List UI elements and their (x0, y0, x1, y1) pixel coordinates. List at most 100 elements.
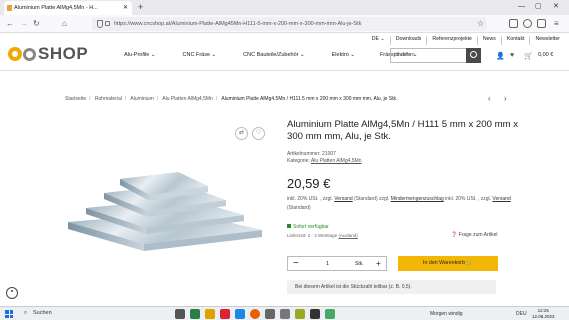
top-links: DE ⌄ Downloads Referenzprojekte News Kon… (367, 34, 565, 45)
category-label: Kategorie: (287, 158, 310, 164)
language-select[interactable]: DE ⌄ (367, 36, 390, 45)
windows-taskbar: ⌕ Suchen Morgen windig DEU 12:25 12.08.2… (0, 306, 569, 320)
windows-start-icon[interactable] (5, 310, 13, 318)
availability-text: Sofort verfügbar (293, 224, 329, 230)
taskbar-apps (175, 309, 335, 319)
article-number: Artikelnummer: 21007 (287, 151, 336, 157)
pocket-icon[interactable] (509, 19, 518, 28)
task-view-icon[interactable] (175, 309, 185, 319)
cart-icon[interactable]: 🛒 (524, 52, 533, 60)
minimize-icon[interactable]: — (518, 0, 525, 14)
vat-text: (Standard) zzgl. (354, 196, 390, 202)
lock-icon (105, 21, 110, 26)
breadcrumb-item[interactable]: Startseite (65, 96, 86, 102)
link-newsletter[interactable]: Newsletter (529, 36, 565, 45)
back-icon[interactable]: ← (6, 17, 14, 31)
ask-question-link[interactable]: ❓ Frage zum Artikel (451, 232, 498, 238)
taskbar-search[interactable]: ⌕ Suchen (23, 308, 113, 319)
app-icon[interactable] (295, 309, 305, 319)
product-image (68, 172, 262, 251)
link-news[interactable]: News (476, 36, 501, 45)
main-nav: Alu-Profile ⌄ CNC Fräse ⌄ CNC Bauteile/Z… (124, 52, 418, 58)
quantity-stepper: − 1 Stk. + (287, 256, 387, 271)
small-quantity-surcharge-link[interactable]: Mindermengenzuschlag (391, 196, 444, 202)
breadcrumb-item[interactable]: Rohmaterial (95, 96, 122, 102)
logo-text: SHOP (38, 44, 89, 63)
add-to-cart-button[interactable]: In den Warenkorb 🛒 (398, 256, 498, 271)
cart-icon: 🛒 (466, 260, 473, 266)
taskbar-search-text: Suchen (33, 310, 52, 316)
delivery-time: Lieferzeit: 2 - 3 Werktage (Ausland) (287, 233, 358, 238)
shipping-link[interactable]: Versand (334, 196, 352, 202)
forward-icon[interactable]: → (20, 17, 28, 31)
nav-cnc-fraese[interactable]: CNC Fräse ⌄ (183, 52, 217, 58)
user-icon[interactable]: 👤 (496, 52, 505, 60)
compare-icon[interactable]: ⇄ (235, 127, 248, 140)
search-button[interactable] (466, 48, 481, 63)
next-product-icon[interactable]: › (504, 94, 507, 103)
app-icon[interactable] (325, 309, 335, 319)
quantity-input[interactable]: 1 (326, 257, 329, 271)
new-tab-icon[interactable]: + (138, 1, 143, 14)
divisible-note: Bei diesem Artikel ist die Stückzahl tei… (287, 280, 496, 294)
logo-mark-orange (8, 47, 22, 61)
delivery-text: Lieferzeit: 2 - 3 Werktage (287, 233, 338, 238)
wishlist-heart-icon[interactable]: ♥ (510, 52, 514, 59)
shipping-link[interactable]: Versand (492, 196, 510, 202)
menu-icon[interactable]: ≡ (554, 17, 559, 31)
file-explorer-icon[interactable] (205, 309, 215, 319)
app-icon[interactable] (190, 309, 200, 319)
edge-icon[interactable] (235, 309, 245, 319)
link-contact[interactable]: Kontakt (500, 36, 530, 45)
ask-question-text: Frage zum Artikel (458, 232, 498, 238)
category-link[interactable]: Alu Platten AlMg4,5Mn (311, 158, 362, 164)
search-icon: ⌕ (24, 310, 28, 316)
breadcrumb-current: Aluminium Platte AlMg4,5Mn / H111 5 mm x… (221, 96, 398, 102)
home-icon[interactable]: ⌂ (62, 17, 67, 31)
increase-qty-button[interactable]: + (376, 257, 381, 270)
account-icon[interactable] (523, 19, 532, 28)
clock[interactable]: 12:25 12.08.2023 (532, 308, 555, 319)
link-references[interactable]: Referenzprojekte (426, 36, 477, 45)
shield-icon (97, 20, 103, 28)
availability-status: Sofort verfügbar (287, 224, 329, 230)
weather-text[interactable]: Morgen windig (430, 311, 463, 317)
favicon-icon (7, 5, 12, 11)
vat-text: inkl. 20% USt. , zzgl. (287, 196, 333, 202)
close-tab-icon[interactable]: ✕ (123, 1, 128, 15)
vat-info: inkl. 20% USt. , zzgl. Versand (Standard… (287, 195, 512, 213)
url-text: https://www.cncshop.at/Aluminium-Platte-… (114, 21, 362, 27)
breadcrumb-item[interactable]: Alu Platten AlMg4,5Mn (162, 96, 213, 102)
app-icon[interactable] (220, 309, 230, 319)
wishlist-icon[interactable]: ♡ (252, 127, 265, 140)
reload-icon[interactable]: ↻ (33, 17, 40, 31)
category-line: Kategorie: Alu Platten AlMg4,5Mn (287, 158, 362, 164)
link-downloads[interactable]: Downloads (389, 36, 427, 45)
browser-tabbar: Aluminium Platte AlMg4,5Mn - H... ✕ + — … (0, 0, 569, 15)
accessibility-icon[interactable] (6, 287, 18, 299)
extensions-icon[interactable] (537, 19, 546, 28)
decrease-qty-button[interactable]: − (293, 257, 299, 270)
app-icon[interactable] (280, 309, 290, 319)
language-indicator[interactable]: DEU (516, 311, 527, 317)
nav-alu-profile[interactable]: Alu-Profile ⌄ (124, 52, 156, 58)
add-to-cart-label: In den Warenkorb (422, 260, 465, 266)
close-window-icon[interactable]: ✕ (553, 0, 559, 14)
browser-toolbar: ← → ↻ ⌂ https://www.cncshop.at/Aluminium… (0, 15, 569, 33)
maximize-icon[interactable]: ▢ (535, 0, 542, 14)
cart-total[interactable]: 0,00 € (538, 52, 553, 58)
firefox-icon[interactable] (250, 309, 260, 319)
prev-product-icon[interactable]: ‹ (488, 94, 491, 103)
question-icon: ❓ (451, 232, 458, 238)
delivery-abroad-link[interactable]: (Ausland) (338, 233, 357, 238)
breadcrumb-item[interactable]: Aluminium (130, 96, 153, 102)
bookmark-star-icon[interactable]: ☆ (477, 17, 484, 31)
clock-date: 12.08.2023 (532, 313, 555, 319)
nav-cnc-bauteile[interactable]: CNC Bauteile/Zubehör ⌄ (243, 52, 304, 58)
shop-logo[interactable]: SHOP (8, 44, 88, 64)
url-field[interactable]: https://www.cncshop.at/Aluminium-Platte-… (92, 17, 487, 31)
browser-tab[interactable]: Aluminium Platte AlMg4,5Mn - H... ✕ (4, 1, 132, 15)
app-icon[interactable] (265, 309, 275, 319)
app-icon[interactable] (310, 309, 320, 319)
nav-elektro[interactable]: Elektro ⌄ (332, 52, 355, 58)
